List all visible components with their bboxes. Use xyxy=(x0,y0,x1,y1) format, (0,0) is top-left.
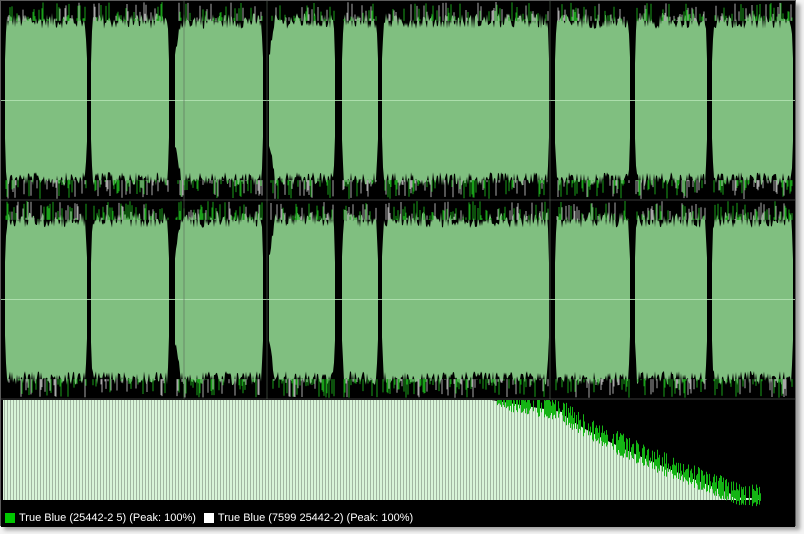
channel-left-segment xyxy=(712,13,793,186)
frequency-spectrum xyxy=(1,400,795,509)
legend-item-track-a: True Blue (25442-2 5) (Peak: 100%) xyxy=(5,511,196,524)
channel-left-segment xyxy=(91,13,169,186)
channel-left-segment xyxy=(635,13,707,186)
channel-left-segment xyxy=(342,13,378,186)
channel-right-waveform xyxy=(1,200,795,399)
channel-left-waveform xyxy=(1,1,795,200)
legend-swatch-green xyxy=(5,513,15,523)
legend-label-track-a: True Blue (25442-2 5) (Peak: 100%) xyxy=(19,511,196,524)
channel-right-segment xyxy=(269,212,335,385)
channel-right-segment xyxy=(175,212,263,386)
channel-left-segment xyxy=(555,13,630,186)
channel-right-segment xyxy=(635,212,707,385)
legend-item-track-b: True Blue (7599 25442-2) (Peak: 100%) xyxy=(203,511,414,524)
channel-right-segment xyxy=(91,212,169,386)
channel-left-segment xyxy=(175,13,263,186)
legend: True Blue (25442-2 5) (Peak: 100%) True … xyxy=(1,509,795,527)
legend-label-track-b: True Blue (7599 25442-2) (Peak: 100%) xyxy=(217,511,414,524)
legend-swatch-white xyxy=(203,513,214,523)
channel-right-segment xyxy=(555,212,630,385)
channel-left-segment xyxy=(269,13,335,185)
waveform-comparison-window: True Blue (25442-2 5) (Peak: 100%) True … xyxy=(0,0,796,527)
channel-left-segment xyxy=(5,13,87,186)
waveform-view xyxy=(1,1,795,509)
channel-left-segment xyxy=(382,13,549,187)
channel-right-segment xyxy=(382,212,549,385)
channel-right-segment xyxy=(5,212,87,385)
channel-right-segment xyxy=(712,212,793,386)
